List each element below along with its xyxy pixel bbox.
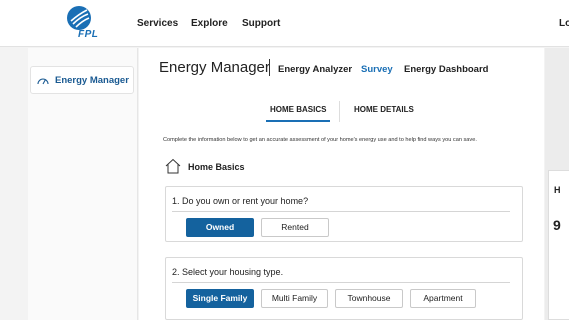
subtab-home-details[interactable]: HOME DETAILS bbox=[354, 105, 414, 114]
question-card-ownership: 1. Do you own or rent your home? Owned R… bbox=[165, 186, 523, 242]
home-icon bbox=[165, 158, 181, 174]
main-content: Energy Manager Energy Analyzer Survey En… bbox=[139, 48, 544, 320]
page-title: Energy Manager bbox=[159, 59, 270, 76]
single-family-option-button[interactable]: Single Family bbox=[186, 289, 254, 308]
question-card-housing-type: 2. Select your housing type. Single Fami… bbox=[165, 257, 523, 320]
subtab-active-indicator bbox=[266, 120, 330, 122]
multi-family-option-button[interactable]: Multi Family bbox=[261, 289, 328, 308]
apartment-option-button[interactable]: Apartment bbox=[410, 289, 476, 308]
question-divider bbox=[172, 282, 510, 283]
question-divider bbox=[172, 211, 510, 212]
rented-option-button[interactable]: Rented bbox=[261, 218, 329, 237]
question-text: 2. Select your housing type. bbox=[172, 267, 284, 277]
townhouse-option-button[interactable]: Townhouse bbox=[335, 289, 403, 308]
tab-energy-dashboard[interactable]: Energy Dashboard bbox=[404, 64, 488, 75]
side-panel-heading: H bbox=[554, 185, 561, 195]
login-link[interactable]: Lo bbox=[559, 18, 569, 29]
side-panel-peek: H 9 bbox=[548, 170, 569, 320]
nav-link-services[interactable]: Services bbox=[137, 18, 178, 29]
logo-sun-icon bbox=[67, 6, 91, 30]
subtab-home-basics[interactable]: HOME BASICS bbox=[270, 105, 326, 114]
subtab-divider bbox=[339, 101, 340, 122]
nav-link-explore[interactable]: Explore bbox=[191, 18, 228, 29]
question-text: 1. Do you own or rent your home? bbox=[172, 196, 309, 206]
sidebar-item-label: Energy Manager bbox=[55, 75, 129, 86]
gauge-icon bbox=[37, 78, 49, 85]
fpl-logo[interactable]: FPL bbox=[64, 6, 104, 40]
sidebar: Energy Manager bbox=[28, 48, 138, 320]
section-title: Home Basics bbox=[188, 162, 245, 172]
tab-energy-analyzer[interactable]: Energy Analyzer bbox=[278, 64, 352, 75]
sidebar-item-energy-manager[interactable]: Energy Manager bbox=[30, 66, 134, 94]
top-navigation: FPL Services Explore Support Lo bbox=[0, 0, 569, 47]
logo-text: FPL bbox=[78, 29, 99, 40]
owned-option-button[interactable]: Owned bbox=[186, 218, 254, 237]
survey-instructions: Complete the information below to get an… bbox=[163, 137, 477, 143]
title-divider bbox=[269, 59, 270, 76]
nav-link-support[interactable]: Support bbox=[242, 18, 280, 29]
tab-survey[interactable]: Survey bbox=[361, 64, 393, 75]
side-panel-value: 9 bbox=[553, 217, 561, 233]
